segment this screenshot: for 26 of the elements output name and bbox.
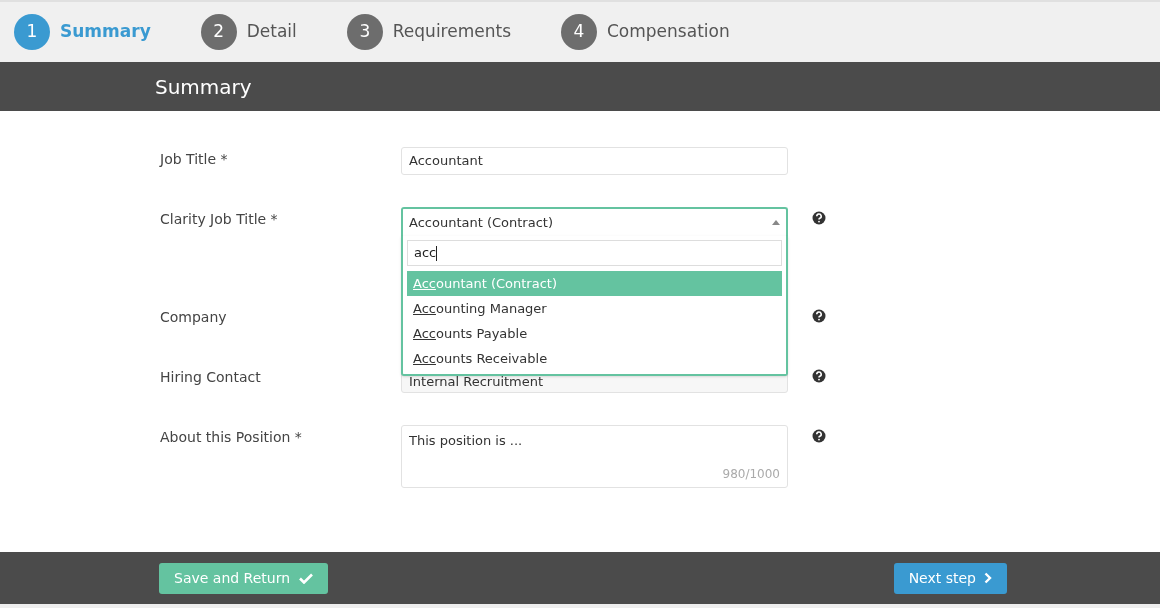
select-field[interactable]: Accountant (Contract) (401, 207, 788, 236)
help-icon[interactable] (812, 369, 826, 383)
step-tab[interactable]: Requirements (392, 19, 511, 45)
text-area[interactable]: This position is ... 980/1000 (401, 425, 788, 488)
field-label: About this Position * (160, 428, 303, 447)
search-field[interactable]: acc (407, 240, 782, 266)
dropdown-option[interactable]: Accounts Payable (407, 321, 782, 346)
help-icon[interactable] (812, 309, 826, 323)
step-tab[interactable]: Compensation (607, 19, 730, 45)
field-label: Company (160, 308, 228, 327)
field-label: Clarity Job Title * (160, 210, 279, 229)
help-icon[interactable] (812, 429, 826, 443)
step-tab[interactable]: Detail (246, 19, 297, 45)
caret-up-icon (772, 220, 780, 225)
text-field[interactable]: Accountant (401, 147, 788, 175)
check-icon (299, 572, 314, 584)
dropdown-option[interactable]: Accounting Manager (407, 296, 782, 321)
help-icon[interactable] (812, 211, 826, 225)
chevron-right-icon (984, 572, 992, 584)
step-number[interactable]: 2 (200, 14, 237, 50)
step-number[interactable]: 3 (346, 14, 383, 50)
step-number[interactable]: 4 (561, 14, 597, 50)
section-title: Summary (155, 73, 252, 101)
character-counter: 980/1000 (722, 466, 780, 483)
field-label: Hiring Contact (160, 368, 262, 387)
field-label: Job Title * (160, 150, 229, 169)
